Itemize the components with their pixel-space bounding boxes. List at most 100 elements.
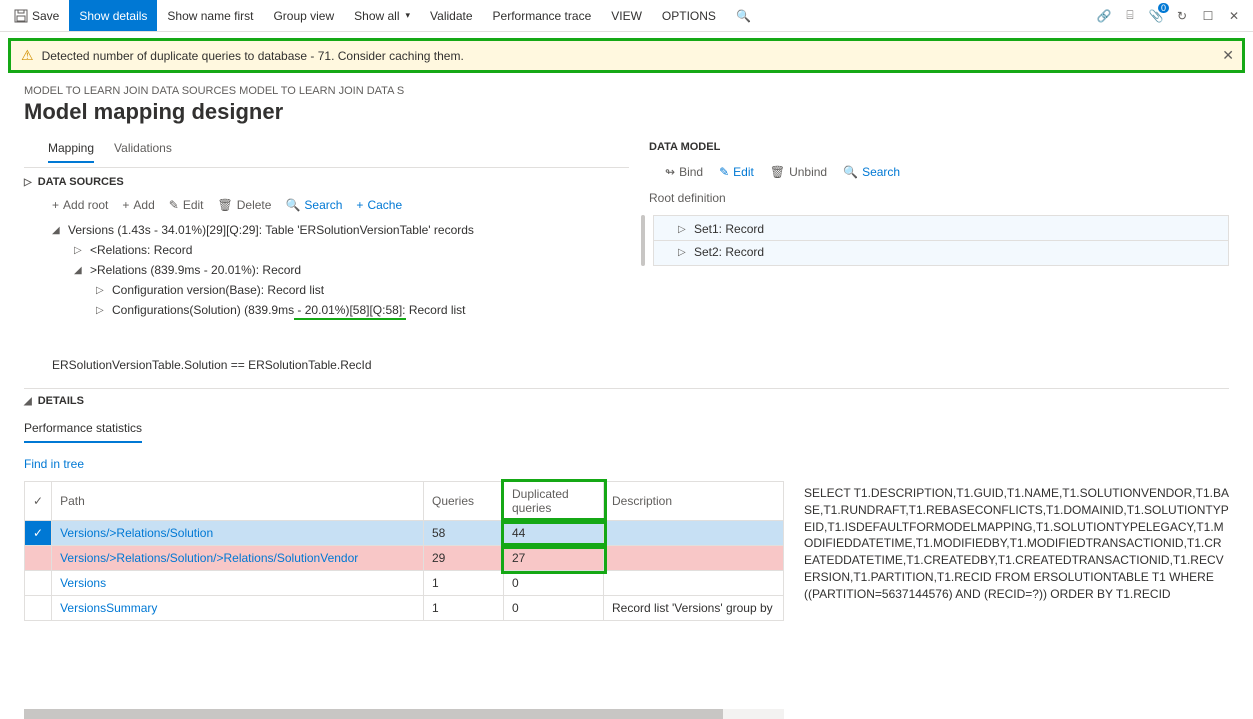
- tree-node-versions[interactable]: ◢Versions (1.43s - 34.01%)[29][Q:29]: Ta…: [52, 220, 629, 240]
- row-dup: 0: [504, 596, 604, 621]
- row-queries: 1: [424, 596, 504, 621]
- row-dup: 0: [504, 571, 604, 596]
- caret-right-icon[interactable]: ▷: [96, 285, 106, 296]
- select-all-checkbox[interactable]: ✓: [25, 482, 52, 521]
- details-label: DETAILS: [38, 395, 84, 407]
- view-label: VIEW: [611, 9, 642, 23]
- row-path[interactable]: Versions/>Relations/Solution: [52, 521, 424, 546]
- tree-node-configurations[interactable]: ▷Configurations(Solution) (839.9ms - 20.…: [52, 300, 629, 320]
- data-model-tree: ▷Set1: Record ▷Set2: Record: [653, 215, 1229, 266]
- perf-stats-tab[interactable]: Performance statistics: [24, 415, 142, 443]
- attach-icon[interactable]: 📎: [1149, 9, 1163, 23]
- row-checkbox[interactable]: [25, 546, 52, 571]
- details-header: ◢ DETAILS: [24, 388, 1229, 413]
- row-desc: Record list 'Versions' group by: [604, 596, 784, 621]
- col-dup-queries[interactable]: Duplicated queries: [504, 482, 604, 521]
- warning-text: Detected number of duplicate queries to …: [42, 49, 464, 63]
- refresh-icon[interactable]: ↻: [1175, 9, 1189, 23]
- save-button[interactable]: Save: [4, 0, 69, 31]
- main-tabs: Mapping Validations: [24, 133, 629, 163]
- caret-down-icon[interactable]: ◢: [52, 225, 62, 236]
- caret-down-icon[interactable]: ◢: [74, 265, 84, 276]
- plus-icon: +: [356, 198, 363, 212]
- row-checkbox[interactable]: ✓: [25, 521, 52, 546]
- table-row[interactable]: Versions 1 0: [25, 571, 784, 596]
- show-all-button[interactable]: Show all▾: [344, 0, 420, 31]
- tree-node-set2[interactable]: ▷Set2: Record: [654, 241, 1228, 263]
- tab-mapping[interactable]: Mapping: [48, 133, 94, 163]
- add-button[interactable]: +Add: [122, 198, 154, 212]
- perf-trace-button[interactable]: Performance trace: [483, 0, 602, 31]
- data-model-actions: ↬Bind ✎Edit 🗑Unbind 🔍Search: [649, 161, 1229, 187]
- edit-button[interactable]: ✎Edit: [719, 165, 754, 179]
- tab-validations[interactable]: Validations: [114, 133, 172, 163]
- tree-node-relations-in[interactable]: ▷<Relations: Record: [52, 240, 629, 260]
- delete-button[interactable]: 🗑Delete: [218, 198, 272, 212]
- cache-button[interactable]: +Cache: [356, 198, 402, 212]
- show-all-label: Show all: [354, 9, 399, 23]
- breadcrumb: MODEL TO LEARN JOIN DATA SOURCES MODEL T…: [0, 79, 1253, 99]
- caret-right-icon[interactable]: ▷: [74, 245, 84, 256]
- link-icon: ↬: [665, 165, 675, 179]
- warning-banner: ⚠ Detected number of duplicate queries t…: [8, 38, 1245, 73]
- row-checkbox[interactable]: [25, 571, 52, 596]
- show-name-first-button[interactable]: Show name first: [157, 0, 263, 31]
- close-icon[interactable]: ✕: [1227, 9, 1241, 23]
- group-view-button[interactable]: Group view: [263, 0, 344, 31]
- row-checkbox[interactable]: [25, 596, 52, 621]
- table-row[interactable]: VersionsSummary 1 0 Record list 'Version…: [25, 596, 784, 621]
- trash-icon: 🗑: [770, 165, 785, 179]
- row-path[interactable]: Versions/>Relations/Solution/>Relations/…: [52, 546, 424, 571]
- tree-node-set1[interactable]: ▷Set1: Record: [654, 218, 1228, 241]
- col-queries[interactable]: Queries: [424, 482, 504, 521]
- bind-button[interactable]: ↬Bind: [665, 165, 703, 179]
- data-model-scrollbar[interactable]: [641, 215, 645, 266]
- row-queries: 29: [424, 546, 504, 571]
- col-path[interactable]: Path: [52, 482, 424, 521]
- search-icon: 🔍: [736, 9, 751, 23]
- search-button[interactable]: 🔍: [726, 0, 761, 31]
- options-button[interactable]: OPTIONS: [652, 0, 726, 31]
- row-desc: [604, 521, 784, 546]
- trash-icon: 🗑: [218, 198, 233, 212]
- validate-button[interactable]: Validate: [420, 0, 482, 31]
- caret-right-icon[interactable]: ▷: [678, 247, 688, 258]
- validate-label: Validate: [430, 9, 472, 23]
- plus-icon: +: [122, 198, 129, 212]
- warning-close-button[interactable]: ✕: [1222, 47, 1234, 64]
- main-toolbar: Save Show details Show name first Group …: [0, 0, 1253, 32]
- data-sources-tree: ◢Versions (1.43s - 34.01%)[29][Q:29]: Ta…: [24, 220, 629, 320]
- link-icon[interactable]: 🔗: [1097, 9, 1111, 23]
- save-icon: [14, 9, 28, 23]
- plus-icon: +: [52, 198, 59, 212]
- search-button[interactable]: 🔍Search: [843, 165, 900, 179]
- search-button[interactable]: 🔍Search: [285, 198, 342, 212]
- office-icon[interactable]: ⌸: [1123, 9, 1137, 23]
- collapse-icon[interactable]: ▷: [24, 177, 32, 188]
- find-in-tree-link[interactable]: Find in tree: [24, 443, 84, 481]
- table-row[interactable]: ✓ Versions/>Relations/Solution 58 44: [25, 521, 784, 546]
- caret-down-icon[interactable]: ◢: [24, 396, 32, 407]
- group-view-label: Group view: [273, 9, 334, 23]
- root-definition-label: Root definition: [649, 187, 1229, 215]
- col-description[interactable]: Description: [604, 482, 784, 521]
- tree-node-relations-out[interactable]: ◢>Relations (839.9ms - 20.01%): Record: [52, 260, 629, 280]
- add-root-button[interactable]: +Add root: [52, 198, 108, 212]
- tree-node-config-version[interactable]: ▷Configuration version(Base): Record lis…: [52, 280, 629, 300]
- data-sources-header: ▷ DATA SOURCES: [24, 167, 629, 194]
- table-horizontal-scrollbar[interactable]: [24, 709, 784, 719]
- expression-text: ERSolutionVersionTable.Solution == ERSol…: [24, 340, 629, 380]
- search-icon: 🔍: [843, 165, 858, 179]
- caret-right-icon[interactable]: ▷: [96, 305, 106, 316]
- view-button[interactable]: VIEW: [601, 0, 652, 31]
- row-path[interactable]: VersionsSummary: [52, 596, 424, 621]
- pencil-icon: ✎: [169, 198, 179, 212]
- caret-right-icon[interactable]: ▷: [678, 224, 688, 235]
- table-row[interactable]: Versions/>Relations/Solution/>Relations/…: [25, 546, 784, 571]
- edit-button[interactable]: ✎Edit: [169, 198, 204, 212]
- perf-stats-table: ✓ Path Queries Duplicated queries Descri…: [24, 481, 784, 621]
- unbind-button[interactable]: 🗑Unbind: [770, 165, 827, 179]
- row-path[interactable]: Versions: [52, 571, 424, 596]
- popout-icon[interactable]: ☐: [1201, 9, 1215, 23]
- show-details-button[interactable]: Show details: [69, 0, 157, 31]
